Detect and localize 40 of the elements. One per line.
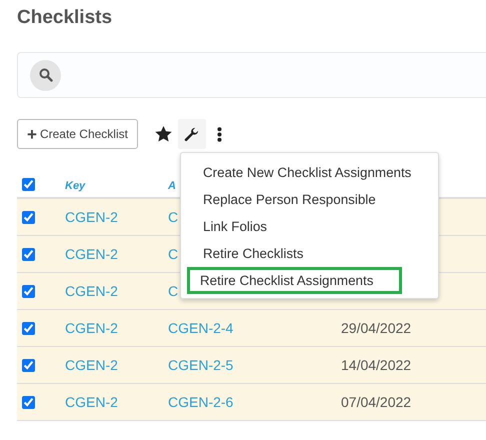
search-button[interactable] (30, 60, 61, 90)
table-row[interactable]: CGEN-2 CGEN-2-6 07/04/2022 (17, 384, 486, 421)
checklist-link[interactable]: C (168, 208, 178, 224)
key-link[interactable]: CGEN-2 (65, 282, 118, 298)
checklist-link[interactable]: CGEN-2-4 (168, 320, 234, 336)
key-link[interactable]: CGEN-2 (65, 208, 118, 224)
checklist-link[interactable]: CGEN-2-6 (168, 394, 234, 410)
menu-item[interactable]: Link Folios (186, 213, 435, 240)
date-text: 07/04/2022 (341, 394, 412, 410)
select-all-checkbox[interactable] (22, 178, 35, 190)
search-icon (38, 68, 52, 82)
menu-item[interactable]: Create New Checklist Assignments (186, 159, 435, 186)
row-checkbox[interactable] (22, 210, 35, 224)
table-row[interactable]: CGEN-2 CGEN-2-4 29/04/2022 (17, 310, 486, 347)
row-checkbox[interactable] (22, 396, 35, 408)
menu-item[interactable]: Retire Checklists (186, 240, 435, 267)
key-link[interactable]: CGEN-2 (65, 246, 118, 262)
key-link[interactable]: CGEN-2 (65, 320, 118, 336)
page-title: Checklists (17, 6, 114, 30)
row-checkbox[interactable] (22, 248, 35, 260)
checklist-link[interactable]: C (168, 246, 178, 262)
menu-item[interactable]: Retire Checklist Assignments (187, 267, 402, 294)
column-header[interactable]: Key (65, 180, 86, 192)
tools-button[interactable] (178, 119, 206, 149)
more-icon (217, 126, 222, 142)
create-checklist-button[interactable]: + Create Checklist (17, 119, 138, 149)
row-checkbox[interactable] (22, 358, 35, 372)
star-icon (155, 126, 172, 142)
date-text: 14/04/2022 (341, 356, 412, 372)
wrench-icon (184, 126, 200, 142)
menu-item[interactable]: Replace Person Responsible (186, 186, 435, 213)
checklist-link[interactable]: C (168, 282, 178, 298)
key-link[interactable]: CGEN-2 (65, 394, 118, 410)
key-link[interactable]: CGEN-2 (65, 356, 118, 372)
checklist-link[interactable]: CGEN-2-5 (168, 356, 234, 372)
row-checkbox[interactable] (22, 284, 35, 298)
row-checkbox[interactable] (22, 322, 35, 334)
column-header[interactable]: A (168, 180, 176, 192)
date-text: 29/04/2022 (341, 320, 412, 336)
table-row[interactable]: CGEN-2 CGEN-2-5 14/04/2022 (17, 347, 486, 384)
